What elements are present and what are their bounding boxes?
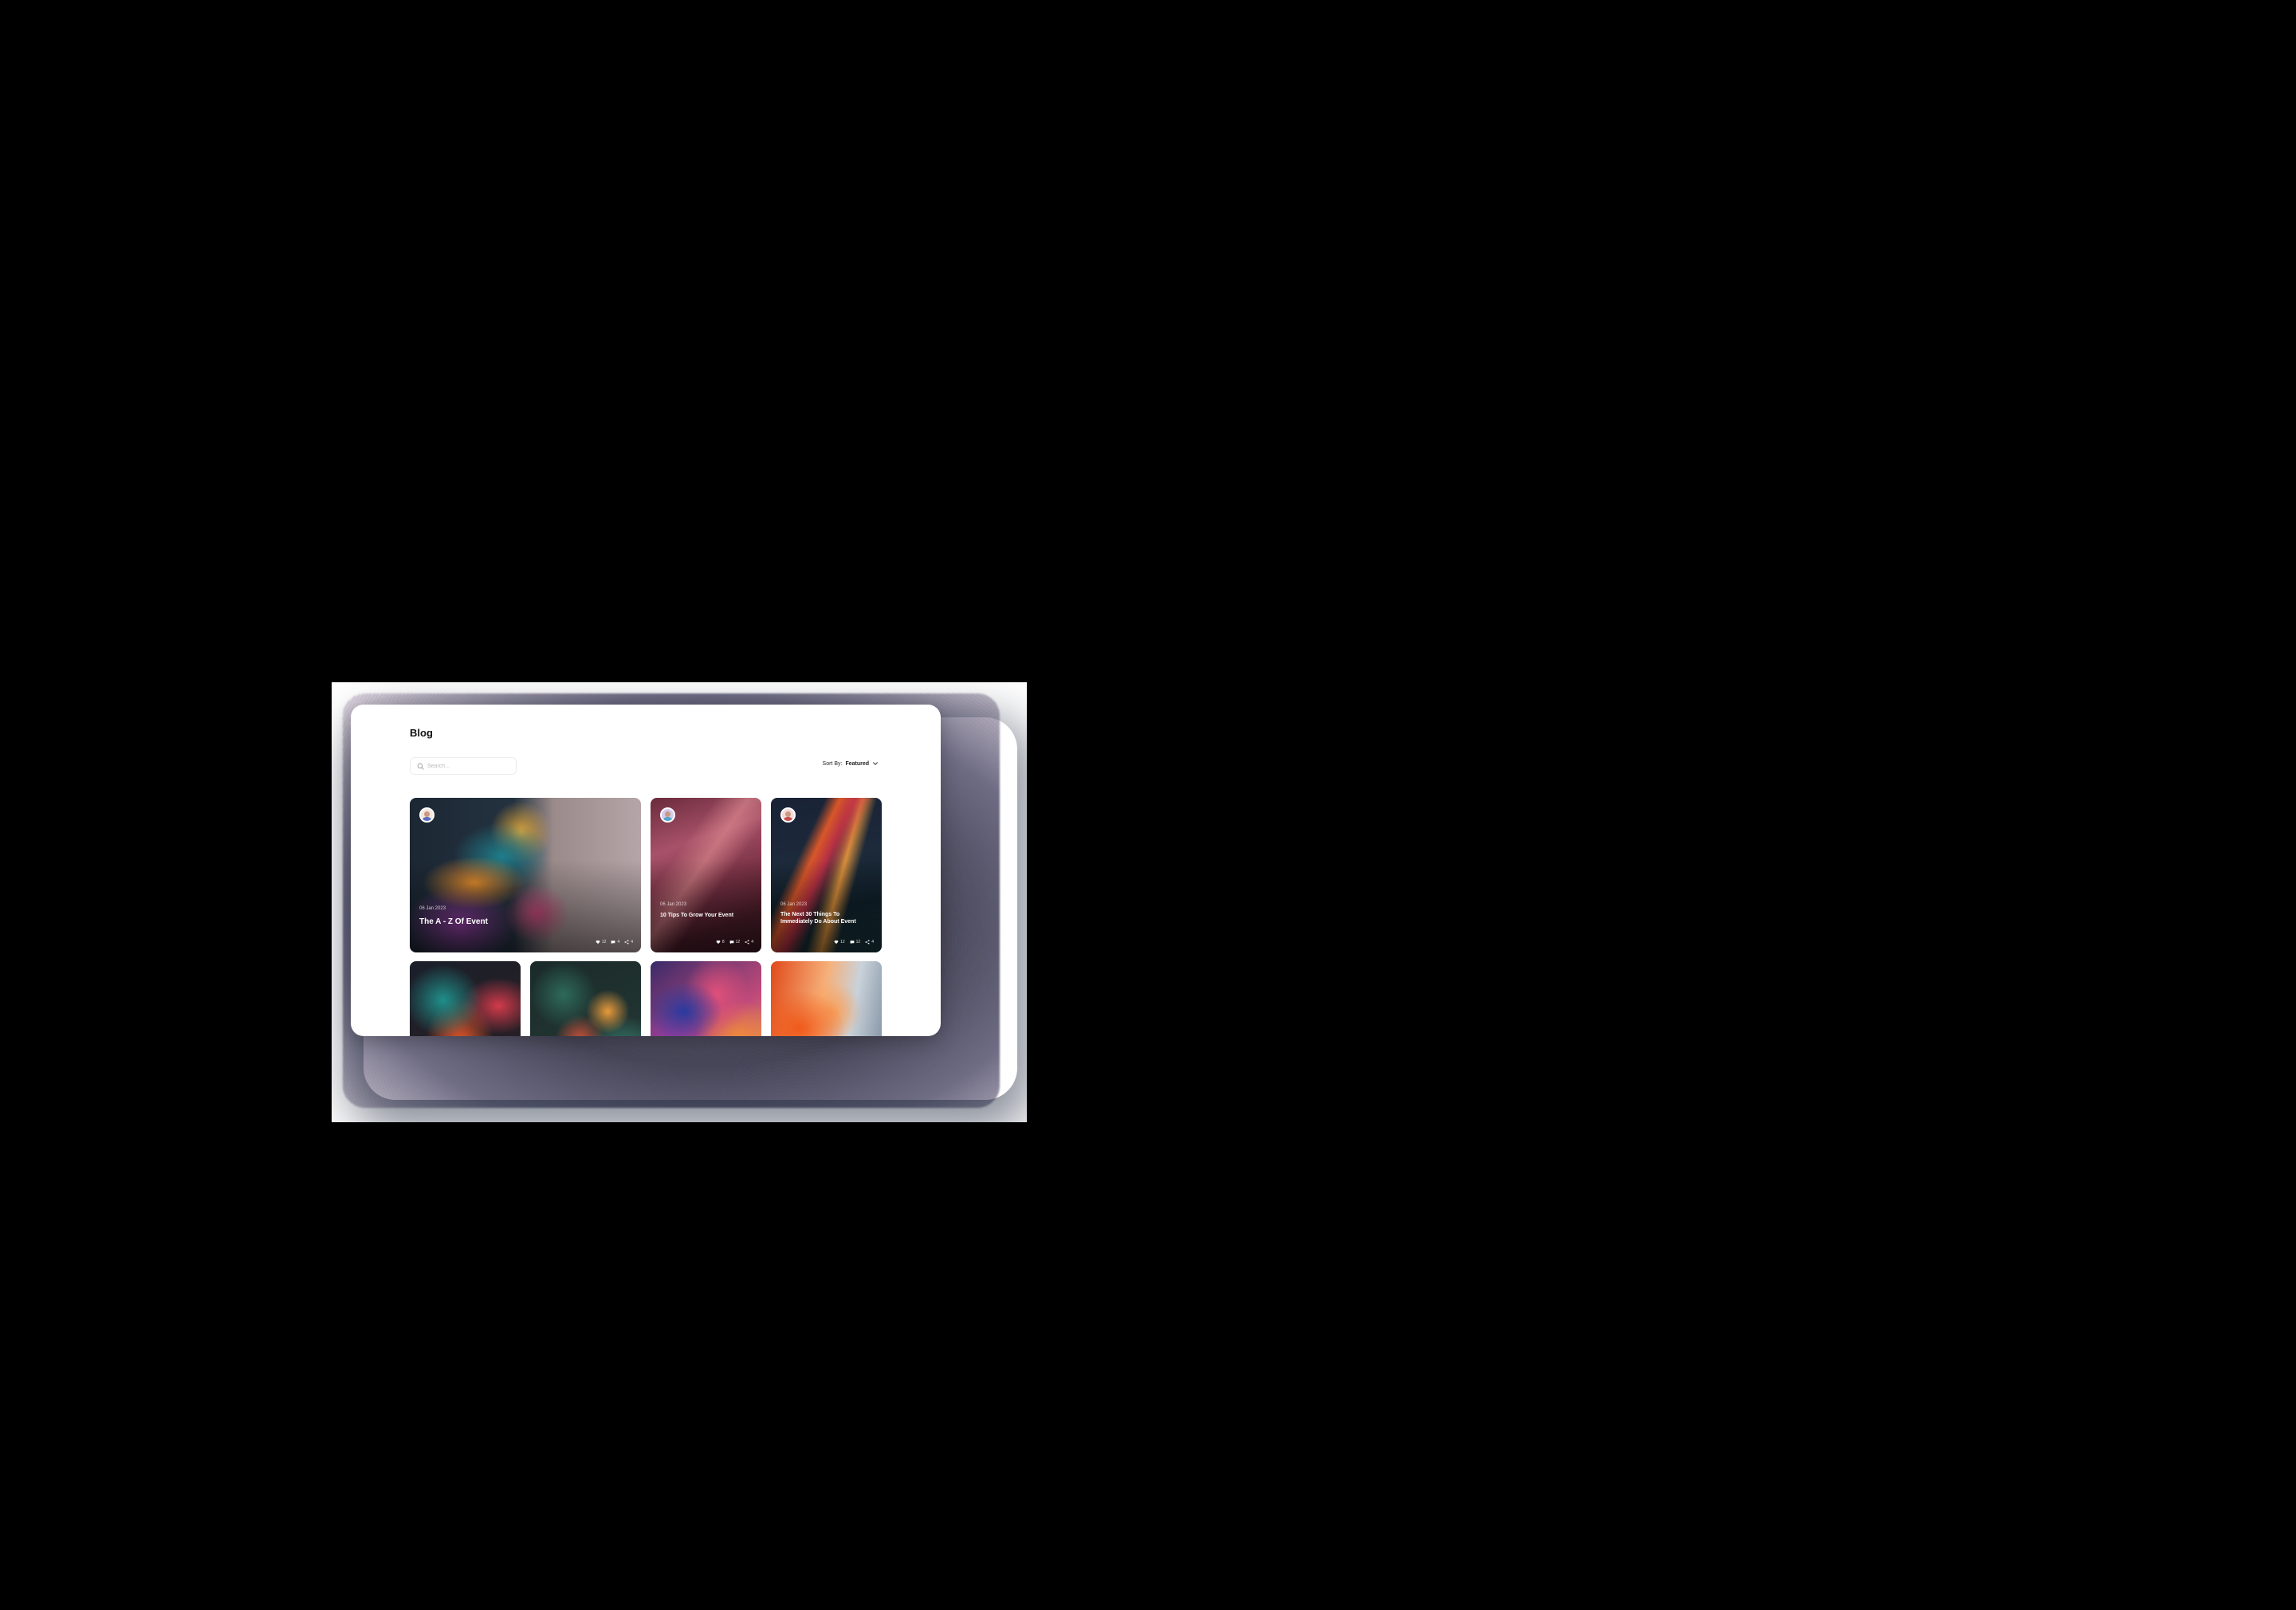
likes-stat: 12 <box>596 940 607 944</box>
comments-count: 12 <box>855 940 861 944</box>
card-date: 06 Jan 2023 <box>780 902 808 907</box>
card-title: 10 Tips To Grow Your Event <box>660 913 734 918</box>
share-icon <box>745 940 749 944</box>
comments-stat: 12 <box>729 940 741 944</box>
author-avatar <box>780 807 796 823</box>
likes-count: 8 <box>721 940 725 944</box>
heart-icon <box>716 940 721 944</box>
heart-icon <box>834 940 839 944</box>
shares-stat: 4 <box>745 940 753 944</box>
share-icon <box>624 940 629 944</box>
share-icon <box>865 940 870 944</box>
comments-count: 4 <box>617 940 620 944</box>
blog-card[interactable]: 06 Jan 2023 The Next 30 Things To Immedi… <box>771 798 882 952</box>
shares-count: 4 <box>631 940 633 944</box>
card-title: The Next 30 Things To Immediately Do Abo… <box>780 912 856 925</box>
search-input[interactable] <box>427 763 507 769</box>
shares-stat: 4 <box>624 940 633 944</box>
sort-value: Featured <box>845 760 869 767</box>
heart-icon <box>596 940 600 944</box>
comments-count: 12 <box>735 940 741 944</box>
author-avatar <box>419 807 434 823</box>
card-stats: 8 12 4 <box>716 940 753 944</box>
chevron-down-icon <box>873 762 878 765</box>
likes-stat: 8 <box>716 940 725 944</box>
comment-icon <box>611 940 615 944</box>
likes-count: 12 <box>840 940 845 944</box>
blog-card[interactable]: 06 Jan 2023 10 Tips To Grow Your Event 8… <box>651 798 761 952</box>
blog-card[interactable] <box>410 961 521 1036</box>
shares-count: 4 <box>751 940 753 944</box>
shares-count: 4 <box>871 940 874 944</box>
comment-icon <box>729 940 734 944</box>
card-date: 06 Jan 2023 <box>419 906 446 911</box>
card-stats: 12 12 4 <box>834 940 874 944</box>
card-stats: 12 4 4 <box>596 940 633 944</box>
likes-count: 12 <box>601 940 607 944</box>
search-icon <box>417 763 424 770</box>
card-title: The A - Z Of Event <box>419 917 488 926</box>
comments-stat: 12 <box>850 940 861 944</box>
shares-stat: 4 <box>865 940 874 944</box>
blog-card[interactable] <box>651 961 761 1036</box>
sort-label: Sort By: <box>822 760 843 767</box>
sort-dropdown[interactable]: Sort By: Featured <box>823 760 879 767</box>
comment-icon <box>850 940 855 944</box>
page-title: Blog <box>410 727 433 739</box>
blog-window: Blog Sort By: Featured 06 Jan 2023 The A… <box>351 705 941 1036</box>
blog-card[interactable]: 06 Jan 2023 The A - Z Of Event 12 4 4 <box>410 798 641 952</box>
card-overlay <box>410 798 641 952</box>
card-date: 06 Jan 2023 <box>660 902 687 907</box>
likes-stat: 12 <box>834 940 845 944</box>
comments-stat: 4 <box>611 940 619 944</box>
search-box[interactable] <box>410 757 517 775</box>
blog-card[interactable] <box>771 961 882 1036</box>
author-avatar <box>660 807 675 823</box>
blog-card[interactable] <box>530 961 641 1036</box>
